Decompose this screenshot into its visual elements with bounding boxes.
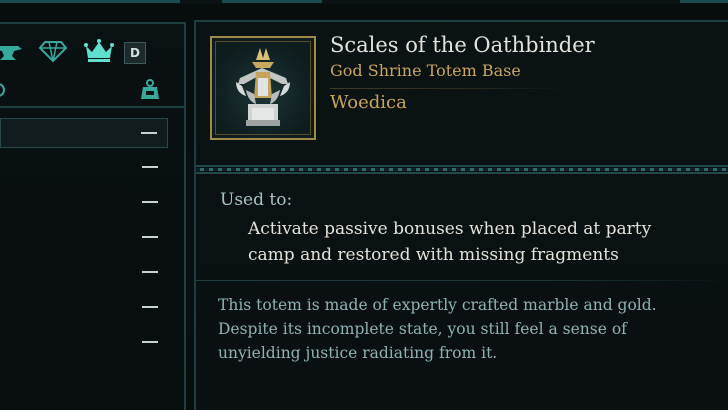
quantity-dash [142, 341, 158, 343]
ornament-dot [425, 168, 429, 171]
ornament-dot [245, 168, 249, 171]
ornament-dot [542, 168, 546, 171]
ornament-dot [389, 168, 393, 171]
crown-icon[interactable] [83, 38, 115, 64]
ornament-dot [461, 168, 465, 171]
item-detail-panel: Scales of the Oathbinder God Shrine Tote… [194, 20, 728, 410]
quantity-dash [142, 236, 158, 238]
anvil-icon[interactable] [0, 38, 24, 64]
ornament-dot [578, 168, 582, 171]
item-portrait [210, 36, 316, 140]
list-item[interactable] [0, 118, 168, 148]
list-item[interactable] [0, 153, 168, 183]
ornament-dot [344, 168, 348, 171]
ornament-dot [308, 168, 312, 171]
ornament-dot [434, 168, 438, 171]
ornament-dot [335, 168, 339, 171]
quest-ring-icon [0, 80, 8, 100]
inventory-divider [0, 106, 184, 108]
ornament-dot [380, 168, 384, 171]
ornament-dot [533, 168, 537, 171]
ornament-dot [407, 168, 411, 171]
ornament-dot [317, 168, 321, 171]
gem-icon[interactable] [38, 38, 68, 64]
item-type: God Shrine Totem Base [330, 61, 521, 80]
ornament-dot [695, 168, 699, 171]
ornament-dot [398, 168, 402, 171]
top-tab-right[interactable] [680, 0, 728, 3]
ornament-dot [623, 168, 627, 171]
ornament-dot [524, 168, 528, 171]
inventory-panel: D [0, 22, 186, 410]
used-description: Activate passive bonuses when placed at … [248, 219, 652, 265]
ornament-dot [713, 168, 717, 171]
game-screen: D Scales of the Oathbinder God Shrine To… [0, 0, 728, 410]
ornament-dot [470, 168, 474, 171]
weight-icon[interactable] [140, 79, 160, 101]
quantity-dash [142, 201, 158, 203]
ornament-dot [686, 168, 690, 171]
ornament-dot [353, 168, 357, 171]
quantity-dash [141, 132, 157, 134]
ornament-dot [218, 168, 222, 171]
ornament-dot [506, 168, 510, 171]
ornament-dot [587, 168, 591, 171]
ornament-dot [641, 168, 645, 171]
ornament-dot [515, 168, 519, 171]
ornament-dot [677, 168, 681, 171]
item-name: Scales of the Oathbinder [330, 33, 595, 57]
list-item[interactable] [0, 328, 168, 358]
item-faction: Woedica [330, 92, 407, 113]
ornament-dot [443, 168, 447, 171]
ornament-dot [281, 168, 285, 171]
quantity-dash [142, 271, 158, 273]
title-divider [330, 88, 570, 89]
list-item[interactable] [0, 293, 168, 323]
ornament-dot [272, 168, 276, 171]
ornament-dot [362, 168, 366, 171]
ornament-dot [605, 168, 609, 171]
ornament-dot [497, 168, 501, 171]
list-item[interactable] [0, 223, 168, 253]
item-totem-icon [236, 48, 290, 126]
quantity-dash [142, 166, 158, 168]
ornament-dot [596, 168, 600, 171]
list-item[interactable] [0, 258, 168, 288]
ornament-dot [263, 168, 267, 171]
ornament-dot [551, 168, 555, 171]
quantity-dash [142, 306, 158, 308]
top-tab-left[interactable] [0, 0, 180, 3]
ornament-dot [452, 168, 456, 171]
top-tab-middle[interactable] [222, 0, 322, 3]
ornament-dot [416, 168, 420, 171]
ornament-dot [200, 168, 204, 171]
ornament-dot [569, 168, 573, 171]
top-bar [0, 0, 728, 4]
used-label: Used to: [220, 190, 293, 210]
list-item[interactable] [0, 188, 168, 218]
tab-hotkey-d[interactable]: D [124, 42, 146, 64]
ornament-dot [209, 168, 213, 171]
ornament-dot [479, 168, 483, 171]
ornament-dot [704, 168, 708, 171]
ornament-dot [722, 168, 726, 171]
ornament-dot [227, 168, 231, 171]
ornament-dot [632, 168, 636, 171]
ornament-dot [614, 168, 618, 171]
section-divider [196, 280, 728, 281]
ornament-dot [236, 168, 240, 171]
ornament-dot [560, 168, 564, 171]
lore-description: This totem is made of expertly crafted m… [218, 296, 657, 362]
ornament-dot [650, 168, 654, 171]
ornament-dot [371, 168, 375, 171]
ornament-dot [254, 168, 258, 171]
ornament-dot [659, 168, 663, 171]
ornament-dot [290, 168, 294, 171]
ornament-dot [326, 168, 330, 171]
ornament-dot [299, 168, 303, 171]
ornament-dot [668, 168, 672, 171]
ornamental-divider [196, 165, 728, 174]
ornament-dot [488, 168, 492, 171]
